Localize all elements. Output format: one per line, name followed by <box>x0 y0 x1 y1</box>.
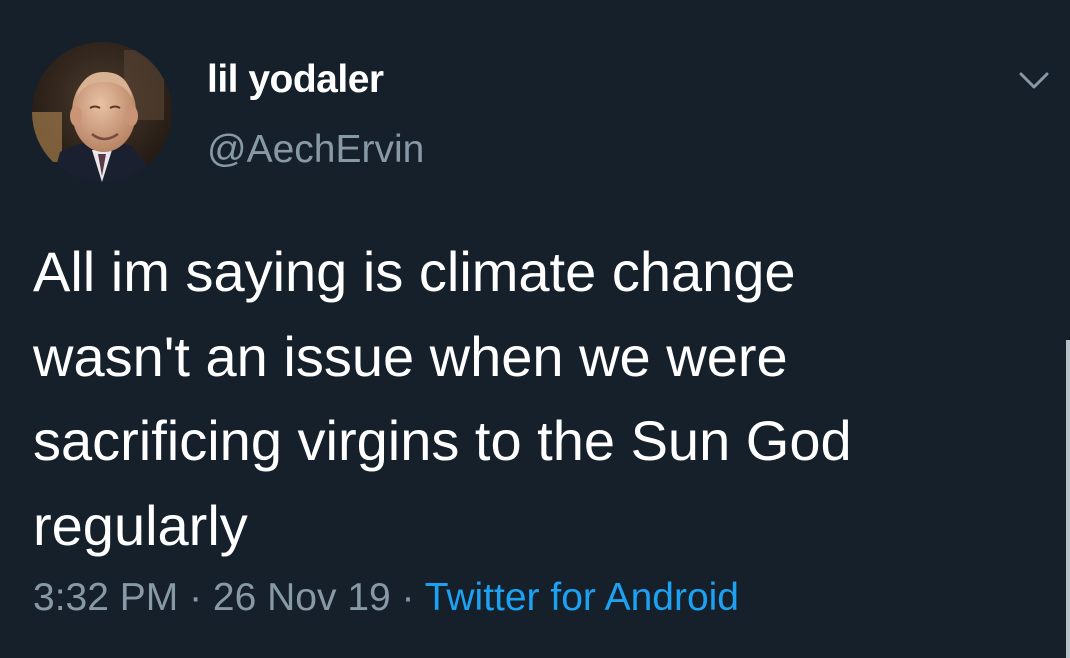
tweet-date[interactable]: 26 Nov 19 <box>213 576 391 619</box>
scrollbar-edge <box>1066 340 1070 658</box>
tweet-text: All im saying is climate change wasn't a… <box>33 230 1043 568</box>
tweet-time[interactable]: 3:32 PM <box>33 576 178 619</box>
tweet-source-link[interactable]: Twitter for Android <box>425 576 739 619</box>
tweet-text-line: sacrificing virgins to the Sun God <box>33 409 852 472</box>
avatar-photo <box>32 42 172 182</box>
tweet-text-line: wasn't an issue when we were <box>33 324 788 388</box>
tweet-text-line: All im saying is climate change <box>33 240 796 303</box>
user-handle[interactable]: @AechErvin <box>207 128 424 172</box>
meta-separator: · <box>178 576 213 619</box>
tweet-card: lil yodaler @AechErvin All im saying is … <box>0 0 1070 658</box>
chevron-down-icon[interactable] <box>1016 68 1052 94</box>
meta-separator: · <box>390 576 425 619</box>
tweet-text-line: regularly <box>33 493 248 557</box>
avatar[interactable] <box>32 42 172 182</box>
tweet-metadata: 3:32 PM · 26 Nov 19 · Twitter for Androi… <box>33 576 739 620</box>
display-name[interactable]: lil yodaler <box>207 58 384 102</box>
